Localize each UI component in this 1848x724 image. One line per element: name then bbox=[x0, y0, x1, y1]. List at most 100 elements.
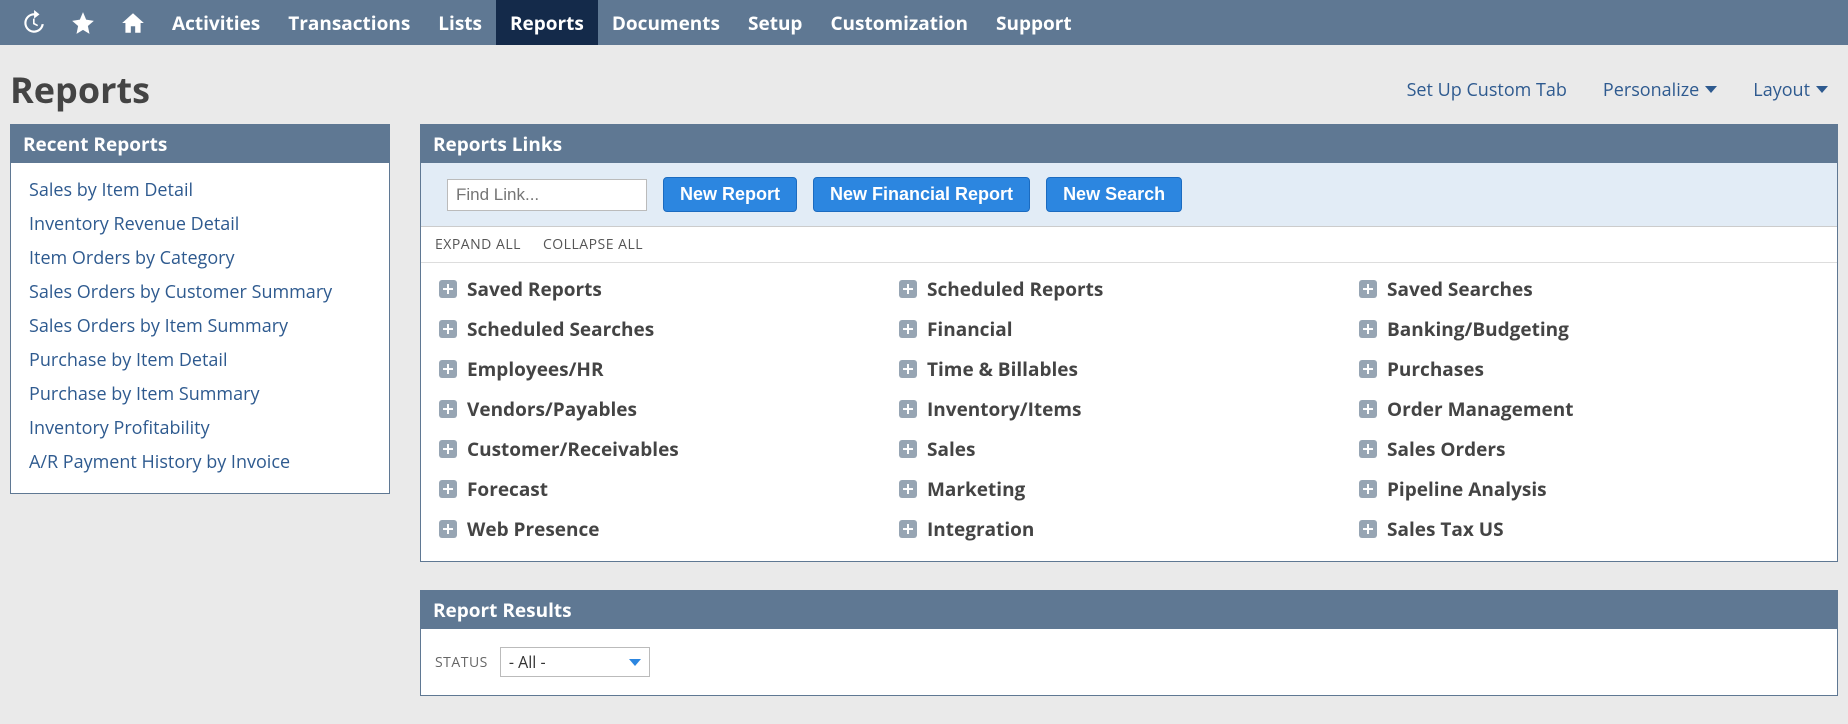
nav-customization[interactable]: Customization bbox=[816, 0, 982, 45]
recent-report-link[interactable]: Purchase by Item Summary bbox=[29, 377, 371, 411]
category-label: Financial bbox=[927, 316, 1013, 342]
category-label: Order Management bbox=[1387, 396, 1574, 422]
category-label: Web Presence bbox=[467, 516, 600, 542]
nav-setup[interactable]: Setup bbox=[734, 0, 816, 45]
personalize-dropdown[interactable]: Personalize bbox=[1603, 78, 1717, 102]
expand-icon bbox=[439, 320, 457, 338]
expand-icon bbox=[1359, 440, 1377, 458]
report-category[interactable]: Financial bbox=[899, 313, 1359, 345]
status-select[interactable]: - All - bbox=[500, 647, 650, 677]
nav-transactions[interactable]: Transactions bbox=[274, 0, 424, 45]
recent-reports-header: Recent Reports bbox=[11, 125, 389, 163]
expand-icon bbox=[439, 360, 457, 378]
expand-icon bbox=[1359, 520, 1377, 538]
report-category[interactable]: Marketing bbox=[899, 473, 1359, 505]
report-category[interactable]: Scheduled Reports bbox=[899, 273, 1359, 305]
home-icon[interactable] bbox=[108, 0, 158, 45]
nav-reports[interactable]: Reports bbox=[496, 0, 598, 45]
category-label: Saved Searches bbox=[1387, 276, 1533, 302]
report-category[interactable]: Employees/HR bbox=[439, 353, 899, 385]
category-label: Inventory/Items bbox=[927, 396, 1081, 422]
top-nav: Activities Transactions Lists Reports Do… bbox=[0, 0, 1848, 45]
report-category[interactable]: Sales Orders bbox=[1359, 433, 1819, 465]
nav-support[interactable]: Support bbox=[982, 0, 1086, 45]
recent-report-link[interactable]: Sales by Item Detail bbox=[29, 173, 371, 207]
collapse-all-link[interactable]: COLLAPSE ALL bbox=[543, 235, 643, 254]
recent-reports-panel: Recent Reports Sales by Item Detail Inve… bbox=[10, 124, 390, 494]
report-results-panel: Report Results STATUS - All - bbox=[420, 590, 1838, 696]
reports-links-panel: Reports Links New Report New Financial R… bbox=[420, 124, 1838, 562]
recent-report-link[interactable]: Sales Orders by Item Summary bbox=[29, 309, 371, 343]
expand-icon bbox=[439, 440, 457, 458]
page-header: Reports Set Up Custom Tab Personalize La… bbox=[0, 45, 1848, 124]
chevron-down-icon bbox=[629, 659, 641, 666]
recent-report-link[interactable]: Purchase by Item Detail bbox=[29, 343, 371, 377]
expand-icon bbox=[439, 520, 457, 538]
expand-icon bbox=[899, 360, 917, 378]
expand-icon bbox=[899, 440, 917, 458]
nav-documents[interactable]: Documents bbox=[598, 0, 734, 45]
expand-icon bbox=[1359, 480, 1377, 498]
layout-dropdown[interactable]: Layout bbox=[1753, 78, 1828, 102]
report-category[interactable]: Scheduled Searches bbox=[439, 313, 899, 345]
recent-report-link[interactable]: Inventory Revenue Detail bbox=[29, 207, 371, 241]
report-category[interactable]: Sales bbox=[899, 433, 1359, 465]
category-label: Employees/HR bbox=[467, 356, 604, 382]
expand-all-link[interactable]: EXPAND ALL bbox=[435, 235, 521, 254]
expand-icon bbox=[1359, 360, 1377, 378]
new-financial-report-button[interactable]: New Financial Report bbox=[813, 177, 1030, 212]
category-label: Marketing bbox=[927, 476, 1025, 502]
report-category[interactable]: Forecast bbox=[439, 473, 899, 505]
category-label: Sales Orders bbox=[1387, 436, 1505, 462]
reports-links-header: Reports Links bbox=[421, 125, 1837, 163]
expand-icon bbox=[899, 320, 917, 338]
new-report-button[interactable]: New Report bbox=[663, 177, 797, 212]
expand-icon bbox=[1359, 400, 1377, 418]
expand-icon bbox=[439, 280, 457, 298]
expand-icon bbox=[1359, 320, 1377, 338]
report-category[interactable]: Vendors/Payables bbox=[439, 393, 899, 425]
category-label: Integration bbox=[927, 516, 1034, 542]
category-label: Sales Tax US bbox=[1387, 516, 1504, 542]
report-category[interactable]: Banking/Budgeting bbox=[1359, 313, 1819, 345]
recent-report-link[interactable]: Item Orders by Category bbox=[29, 241, 371, 275]
new-search-button[interactable]: New Search bbox=[1046, 177, 1182, 212]
report-category[interactable]: Integration bbox=[899, 513, 1359, 545]
report-category[interactable]: Order Management bbox=[1359, 393, 1819, 425]
recent-report-link[interactable]: A/R Payment History by Invoice bbox=[29, 445, 371, 479]
setup-custom-tab-link[interactable]: Set Up Custom Tab bbox=[1407, 78, 1567, 102]
recent-report-link[interactable]: Sales Orders by Customer Summary bbox=[29, 275, 371, 309]
report-category[interactable]: Inventory/Items bbox=[899, 393, 1359, 425]
find-link-input[interactable] bbox=[447, 179, 647, 211]
category-label: Scheduled Searches bbox=[467, 316, 654, 342]
category-label: Sales bbox=[927, 436, 975, 462]
star-icon[interactable] bbox=[58, 0, 108, 45]
category-label: Scheduled Reports bbox=[927, 276, 1103, 302]
expand-icon bbox=[439, 400, 457, 418]
chevron-down-icon bbox=[1816, 86, 1828, 93]
category-label: Saved Reports bbox=[467, 276, 602, 302]
status-label: STATUS bbox=[435, 653, 488, 672]
report-category[interactable]: Saved Searches bbox=[1359, 273, 1819, 305]
report-category[interactable]: Web Presence bbox=[439, 513, 899, 545]
history-icon[interactable] bbox=[8, 0, 58, 45]
nav-activities[interactable]: Activities bbox=[158, 0, 274, 45]
expand-icon bbox=[1359, 280, 1377, 298]
report-category[interactable]: Saved Reports bbox=[439, 273, 899, 305]
report-category[interactable]: Time & Billables bbox=[899, 353, 1359, 385]
report-category[interactable]: Customer/Receivables bbox=[439, 433, 899, 465]
category-label: Banking/Budgeting bbox=[1387, 316, 1569, 342]
category-label: Forecast bbox=[467, 476, 548, 502]
page-title: Reports bbox=[10, 65, 150, 114]
status-value: - All - bbox=[509, 651, 546, 673]
nav-lists[interactable]: Lists bbox=[424, 0, 496, 45]
expand-icon bbox=[899, 520, 917, 538]
category-label: Customer/Receivables bbox=[467, 436, 679, 462]
category-label: Time & Billables bbox=[927, 356, 1078, 382]
header-actions: Set Up Custom Tab Personalize Layout bbox=[1407, 78, 1838, 102]
chevron-down-icon bbox=[1705, 86, 1717, 93]
report-category[interactable]: Pipeline Analysis bbox=[1359, 473, 1819, 505]
recent-report-link[interactable]: Inventory Profitability bbox=[29, 411, 371, 445]
report-category[interactable]: Sales Tax US bbox=[1359, 513, 1819, 545]
report-category[interactable]: Purchases bbox=[1359, 353, 1819, 385]
